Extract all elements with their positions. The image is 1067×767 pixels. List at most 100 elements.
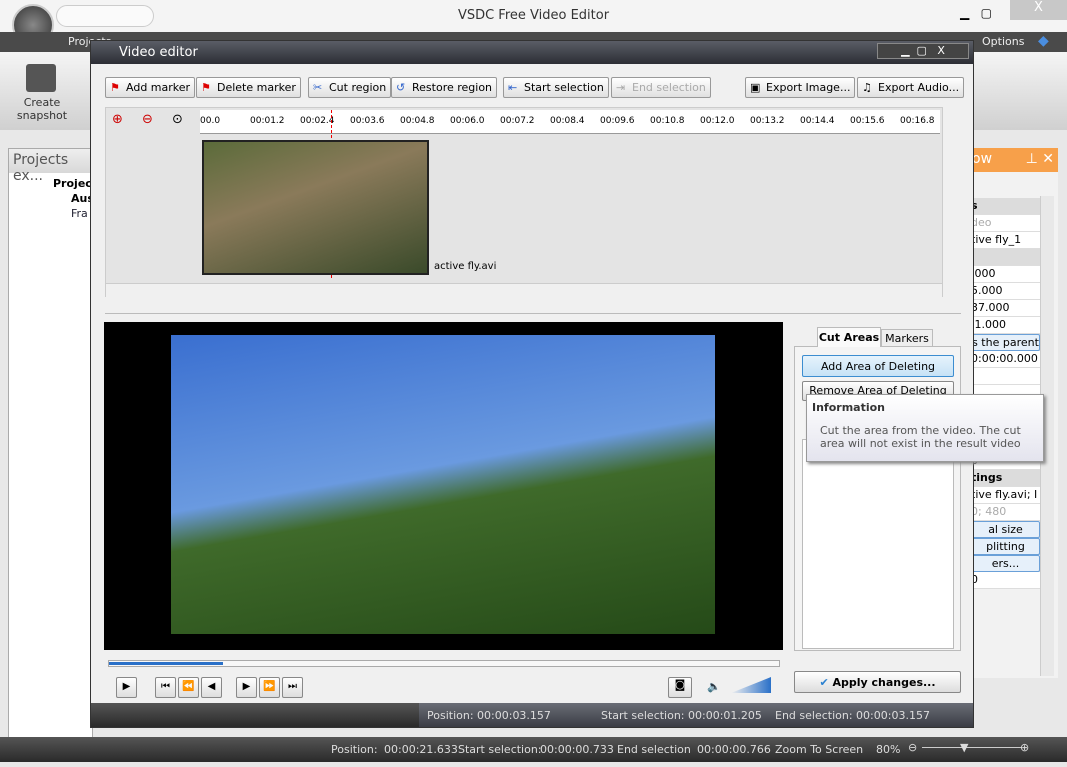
ruler-tick-label: 00:09.6 — [600, 116, 635, 126]
video-preview — [104, 322, 783, 650]
ruler-tick-label: 00.0 — [200, 116, 221, 126]
rewind-button[interactable]: ⏪ — [178, 677, 199, 698]
property-row[interactable]: 0:00:00.000 — [968, 351, 1040, 368]
video-editor-dialog: Video editor ▁ ▢ X ⚑ Add marker ⚑ Delete m… — [90, 40, 1044, 728]
export-audio-button[interactable]: ♫ Export Audio... — [857, 77, 965, 98]
go-start-button[interactable]: ⏮ — [155, 677, 176, 698]
property-row[interactable] — [968, 249, 1040, 266]
ruler-tick-label: 00:10.8 — [650, 116, 685, 126]
end-selection-value: 00:00:00.766 — [697, 743, 771, 756]
video-frame — [171, 335, 715, 634]
property-row[interactable]: 5.000 — [968, 283, 1040, 300]
cut-areas-list[interactable] — [802, 439, 954, 649]
timeline-horizontal-scrollbar[interactable] — [106, 283, 942, 297]
property-row[interactable]: deo — [968, 215, 1040, 232]
zoom-fit-icon[interactable]: ⊙ — [172, 112, 183, 127]
dialog-status-bar: Position: 00:00:03.157 Start selection: … — [91, 703, 973, 727]
video-clip-thumbnail[interactable] — [202, 140, 429, 275]
cut-region-button[interactable]: ✂ Cut region — [308, 77, 392, 98]
property-row[interactable]: .000 — [968, 266, 1040, 283]
add-marker-button[interactable]: ⚑ Add marker — [105, 77, 196, 98]
export-audio-icon: ♫ — [862, 81, 872, 94]
delete-marker-button[interactable]: ⚑ Delete marker — [196, 77, 301, 98]
end-selection-icon: ⇥ — [616, 81, 626, 94]
zoom-in-icon[interactable]: ⊕ — [112, 112, 123, 127]
options-menu[interactable]: Options — [982, 35, 1024, 48]
zoom-to-screen[interactable]: Zoom To Screen — [775, 743, 863, 756]
tree-item-fra[interactable]: Fra — [9, 205, 92, 220]
property-row[interactable]: plitting — [968, 538, 1040, 555]
properties-title: ow ⊥ ✕ — [968, 148, 1058, 172]
close-button[interactable]: X — [1010, 0, 1067, 20]
tooltip-text: Cut the area from the video. The cut are… — [820, 424, 1021, 450]
editor-position: Position: 00:00:03.157 — [427, 709, 551, 722]
snapshot-button[interactable]: ◙ — [668, 677, 692, 698]
add-marker-label: Add marker — [126, 81, 191, 94]
apply-changes-button[interactable]: ✔ Apply changes... — [794, 671, 961, 693]
go-end-button[interactable]: ⏭ — [282, 677, 303, 698]
ruler-tick-label: 00:02.4 — [300, 116, 335, 126]
property-row[interactable] — [968, 368, 1040, 385]
ruler-tick-label: 00:14.4 — [800, 116, 835, 126]
main-status-bar: Position: 00:00:21.633 Start selection: … — [0, 737, 1067, 762]
editor-start-selection: Start selection: 00:00:01.205 — [601, 709, 762, 722]
information-tooltip: Information Cut the area from the video.… — [806, 394, 1044, 462]
restore-icon: ↺ — [396, 81, 406, 94]
splitter[interactable] — [105, 313, 961, 314]
volume-icon[interactable]: 🔈 — [707, 680, 721, 693]
export-audio-label: Export Audio... — [878, 81, 960, 94]
camera-icon: ◙ — [674, 678, 686, 691]
restore-region-button[interactable]: ↺ Restore region — [391, 77, 498, 98]
quick-access-toolbar[interactable] — [56, 5, 154, 27]
pin-close-icons[interactable]: ⊥ ✕ — [1026, 151, 1054, 167]
cut-areas-panel: Cut Areas Markers Add Area of Deleting R… — [794, 327, 961, 651]
ruler-tick-label: 00:16.8 — [900, 116, 935, 126]
ruler-tick-label: 00:04.8 — [400, 116, 435, 126]
ruler-tick-label: 00:01.2 — [250, 116, 285, 126]
zoom-out-icon[interactable]: ⊖ — [142, 112, 153, 127]
end-selection-button[interactable]: ⇥ End selection — [611, 77, 711, 98]
start-selection-label: Start selection — [524, 81, 604, 94]
add-area-button[interactable]: Add Area of Deleting — [802, 355, 954, 377]
minimize-button[interactable]: ▁ ▢ — [960, 6, 992, 20]
step-back-button[interactable]: ◀ — [201, 677, 222, 698]
property-row[interactable]: tive fly.avi; I — [968, 487, 1040, 504]
dialog-window-controls[interactable]: ▁ ▢ X — [877, 43, 969, 59]
tab-markers[interactable]: Markers — [881, 329, 933, 347]
tree-item-aus[interactable]: Aus — [9, 190, 94, 205]
properties-title-text: ow — [972, 151, 993, 167]
export-image-button[interactable]: ▣ Export Image... — [745, 77, 856, 98]
help-icon[interactable]: ◆ — [1038, 33, 1049, 49]
property-row[interactable]: al size — [968, 521, 1040, 538]
volume-slider[interactable] — [731, 677, 771, 693]
playback-progress[interactable] — [108, 660, 780, 667]
tab-cut-areas[interactable]: Cut Areas — [817, 327, 881, 347]
create-snapshot-button[interactable]: Create snapshot — [14, 96, 70, 122]
checkmark-icon: ✔ — [819, 676, 833, 689]
zoom-slider[interactable]: ⊖ ▼ ⊕ — [908, 739, 1036, 757]
start-selection-button[interactable]: ⇤ Start selection — [503, 77, 609, 98]
editor-end-selection: End selection: 00:00:03.157 — [775, 709, 930, 722]
play-button[interactable]: ▶ — [116, 677, 137, 698]
ruler-tick-label: 00:13.2 — [750, 116, 785, 126]
property-row[interactable]: tive fly_1 — [968, 232, 1040, 249]
position-value: 00:00:21.633 — [384, 743, 458, 756]
property-row[interactable]: 0 — [968, 572, 1040, 589]
property-row[interactable]: 0; 480 — [968, 504, 1040, 521]
property-row[interactable]: tings — [968, 470, 1040, 487]
timeline[interactable]: ⊕ ⊖ ⊙ 00.0 00:01.2 00:02.4 00:03.6 00:04.8 00… — [105, 107, 943, 297]
fast-forward-button[interactable]: ⏩ — [259, 677, 280, 698]
export-image-icon: ▣ — [750, 81, 761, 94]
delete-marker-label: Delete marker — [217, 81, 296, 94]
time-ruler[interactable]: 00.0 00:01.2 00:02.4 00:03.6 00:04.8 00:06.0 0… — [200, 110, 940, 134]
apply-changes-label: Apply changes... — [832, 676, 936, 689]
property-row[interactable]: s the parent — [968, 334, 1040, 351]
property-row[interactable]: ers... — [968, 555, 1040, 572]
zoom-value: 80% — [876, 743, 901, 756]
property-row[interactable]: .1.000 — [968, 317, 1040, 334]
end-selection-label: End selection — [617, 743, 691, 756]
property-row[interactable]: s — [968, 198, 1040, 215]
projects-explorer-title: Projects ex... — [9, 149, 92, 184]
step-forward-button[interactable]: ▶ — [236, 677, 257, 698]
property-row[interactable]: 37.000 — [968, 300, 1040, 317]
